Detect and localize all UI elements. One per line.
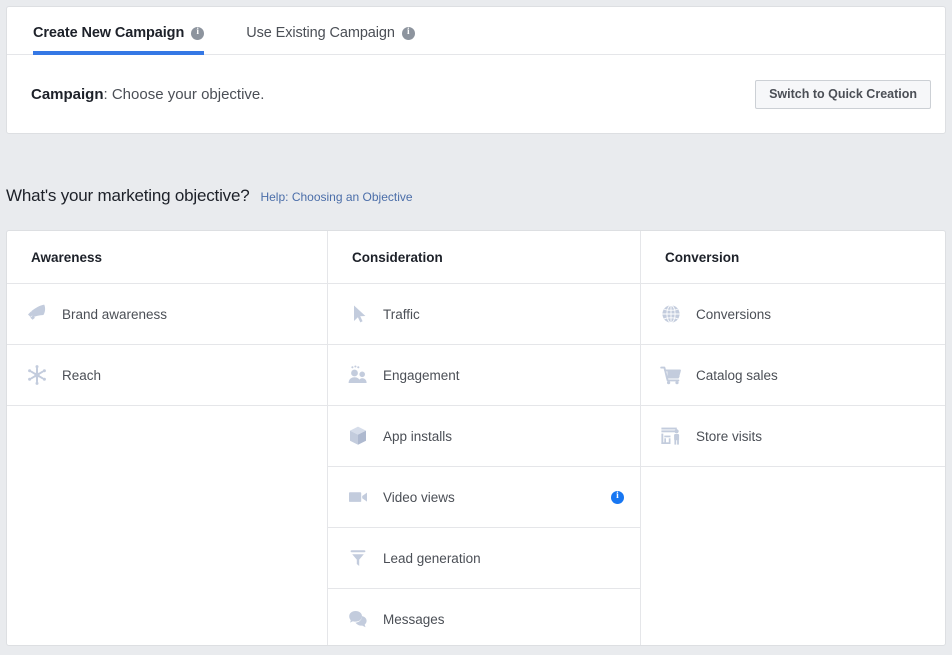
objective-messages[interactable]: Messages (328, 589, 640, 646)
objective-label: Traffic (383, 307, 624, 322)
tab-use-existing-campaign[interactable]: Use Existing Campaign i (246, 25, 415, 54)
tab-use-existing-campaign-label: Use Existing Campaign (246, 25, 395, 41)
funnel-icon (342, 542, 374, 574)
column-consideration: Consideration Traffic (327, 231, 640, 645)
info-icon[interactable]: i (402, 27, 415, 40)
campaign-objective-text: Campaign: Choose your objective. (31, 86, 264, 103)
column-awareness: Awareness Brand awareness (7, 231, 327, 645)
page-title: What's your marketing objective? (6, 186, 249, 206)
objective-label: Video views (383, 490, 611, 505)
switch-to-quick-creation-button[interactable]: Switch to Quick Creation (755, 80, 931, 110)
objective-label: Messages (383, 612, 624, 627)
objective-label: Store visits (696, 429, 929, 444)
objective-label: Conversions (696, 307, 929, 322)
column-header-consideration: Consideration (328, 231, 640, 284)
objective-conversions[interactable]: Conversions (641, 284, 945, 345)
objective-video-views[interactable]: Video views i (328, 467, 640, 528)
reach-starburst-icon (21, 359, 53, 391)
people-icon (342, 359, 374, 391)
globe-icon (655, 298, 687, 330)
megaphone-icon (21, 298, 53, 330)
objective-brand-awareness[interactable]: Brand awareness (7, 284, 327, 345)
tab-create-new-campaign-label: Create New Campaign (33, 25, 184, 41)
help-choosing-an-objective-link[interactable]: Help: Choosing an Objective (260, 190, 412, 204)
campaign-label: Campaign (31, 86, 104, 103)
campaign-header-card: Create New Campaign i Use Existing Campa… (6, 6, 946, 134)
objective-label: Engagement (383, 368, 624, 383)
shopping-cart-icon (655, 359, 687, 391)
objective-lead-generation[interactable]: Lead generation (328, 528, 640, 589)
objective-catalog-sales[interactable]: Catalog sales (641, 345, 945, 406)
objective-label: Catalog sales (696, 368, 929, 383)
objective-label: Brand awareness (62, 307, 311, 322)
info-icon[interactable]: i (611, 491, 624, 504)
objective-app-installs[interactable]: App installs (328, 406, 640, 467)
objective-label: Lead generation (383, 551, 624, 566)
campaign-subtext: : Choose your objective. (104, 86, 265, 103)
cube-box-icon (342, 420, 374, 452)
tab-create-new-campaign[interactable]: Create New Campaign i (33, 25, 204, 54)
objective-store-visits[interactable]: Store visits (641, 406, 945, 467)
objective-engagement[interactable]: Engagement (328, 345, 640, 406)
column-conversion: Conversion Conversions (640, 231, 945, 645)
video-camera-icon (342, 481, 374, 513)
column-header-awareness: Awareness (7, 231, 327, 284)
campaign-tabbar: Create New Campaign i Use Existing Campa… (7, 7, 945, 55)
storefront-icon (655, 420, 687, 452)
objectives-card: Awareness Brand awareness (6, 230, 946, 646)
marketing-objective-heading: What's your marketing objective? Help: C… (6, 186, 413, 206)
info-icon[interactable]: i (191, 27, 204, 40)
cursor-arrow-icon (342, 298, 374, 330)
column-header-conversion: Conversion (641, 231, 945, 284)
campaign-objective-bar: Campaign: Choose your objective. Switch … (7, 55, 945, 134)
objective-label: Reach (62, 368, 311, 383)
chat-bubbles-icon (342, 603, 374, 635)
objective-label: App installs (383, 429, 624, 444)
objective-traffic[interactable]: Traffic (328, 284, 640, 345)
objective-reach[interactable]: Reach (7, 345, 327, 406)
